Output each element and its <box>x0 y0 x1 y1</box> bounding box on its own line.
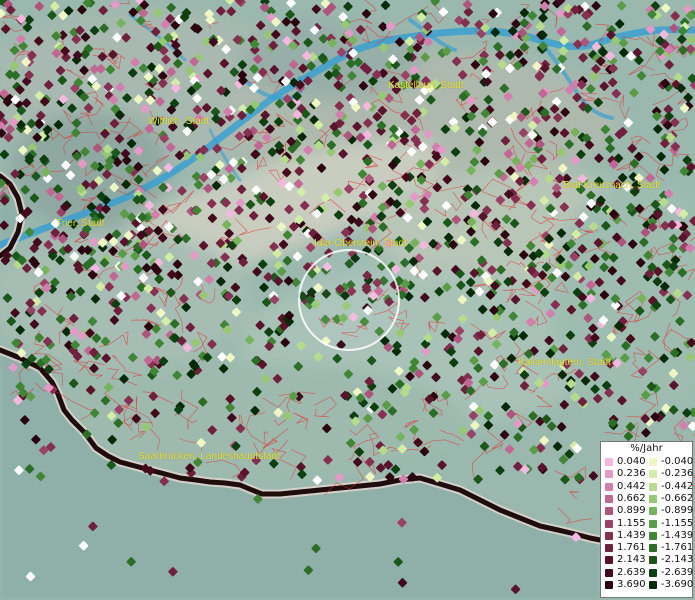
city-label-kastellaun: Kastellaun, Stadt <box>388 80 464 91</box>
legend-value: -0.236 <box>661 468 694 480</box>
city-label-bad-kreuznach: Bad Kreuznach, Stadt <box>563 180 661 191</box>
legend-swatch <box>605 568 613 577</box>
legend-value: 1.761 <box>617 542 646 554</box>
legend-swatch <box>605 507 613 516</box>
legend-value: 1.439 <box>617 529 646 541</box>
legend-swatch <box>649 482 657 491</box>
legend-swatch <box>649 531 657 540</box>
legend-value: 3.690 <box>617 579 646 590</box>
legend-value: -0.442 <box>661 480 694 492</box>
legend-value: 0.236 <box>617 468 646 480</box>
legend-value: -1.155 <box>661 517 694 529</box>
legend-swatch <box>605 482 613 491</box>
legend-value: -0.662 <box>661 492 694 504</box>
legend-value: 0.442 <box>617 480 646 492</box>
legend-swatch <box>649 544 657 553</box>
legend-value: -2.143 <box>661 554 694 566</box>
city-label-trier: Trier, Stadt <box>56 218 105 229</box>
legend-panel: %/Jahr 0.040 0.236 0.442 0.662 0.899 1.155 1.4… <box>600 441 693 598</box>
selection-circle[interactable] <box>298 249 400 351</box>
legend-swatch <box>605 531 613 540</box>
legend-swatch <box>605 556 613 565</box>
legend-swatch <box>649 494 657 503</box>
legend-swatch <box>605 458 613 466</box>
legend-swatch <box>605 494 613 503</box>
legend-value: -3.690 <box>661 579 694 590</box>
legend-swatch <box>649 458 657 466</box>
legend-swatch <box>649 507 657 516</box>
map-canvas[interactable] <box>0 0 695 600</box>
city-label-idar-oberstein: Idar-Oberstein, Stadt <box>314 238 407 249</box>
city-label-saarbruecken: Saarbrücken, Landeshauptstadt <box>138 451 280 462</box>
legend-title: %/Jahr <box>630 443 663 454</box>
legend-value: 0.040 <box>617 456 646 467</box>
legend-swatch <box>605 470 613 479</box>
legend-value: 0.662 <box>617 492 646 504</box>
legend-value: 2.143 <box>617 554 646 566</box>
legend-value: 2.639 <box>617 566 646 578</box>
city-label-wittlich: Wittlich, Stadt <box>148 116 210 127</box>
legend-swatch <box>605 544 613 553</box>
legend-swatch <box>649 519 657 528</box>
legend-value: -1.761 <box>661 542 694 554</box>
legend-swatch <box>649 581 657 589</box>
legend-value: -1.439 <box>661 529 694 541</box>
legend-swatch <box>605 581 613 589</box>
legend-value: 0.899 <box>617 505 646 517</box>
legend-swatch <box>649 568 657 577</box>
legend-value: -0.899 <box>661 505 694 517</box>
legend-swatch <box>605 519 613 528</box>
city-label-kaiserslautern: Kaiserslautern, Stadt <box>518 357 611 368</box>
legend-swatch <box>649 470 657 479</box>
legend-value: 1.155 <box>617 517 646 529</box>
legend-value: -2.639 <box>661 566 694 578</box>
legend-value: -0.040 <box>661 456 694 467</box>
legend-swatch <box>649 556 657 565</box>
